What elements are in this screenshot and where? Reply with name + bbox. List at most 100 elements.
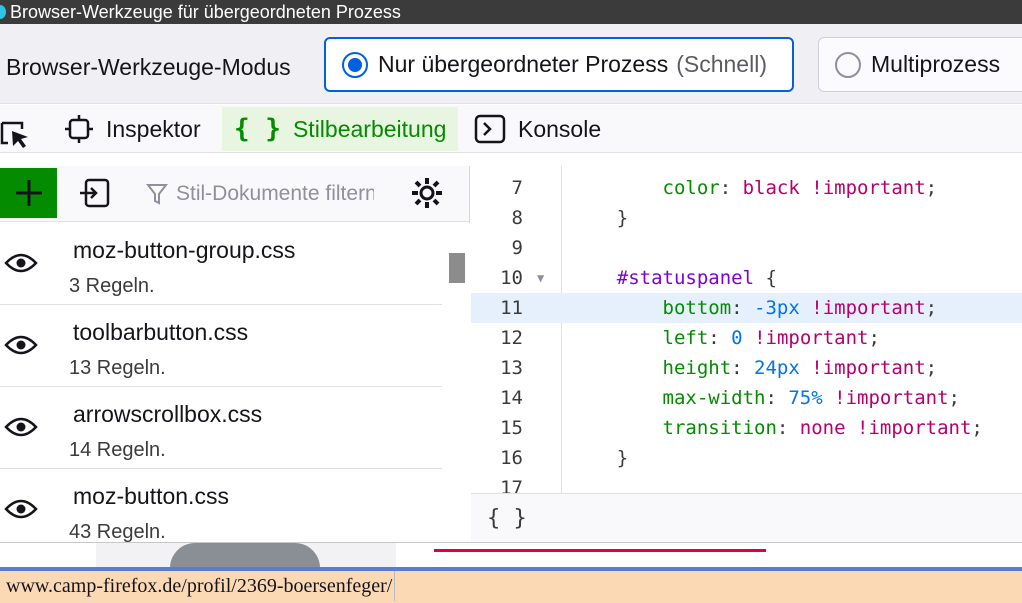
css-space [800, 297, 811, 319]
css-property: max-width [662, 387, 766, 409]
code-line[interactable]: 11 bottom: -3px !important; [471, 293, 1022, 323]
element-picker-icon[interactable] [0, 119, 30, 149]
mode-option-hint: (Schnell) [676, 51, 767, 77]
css-semicolon: ; [925, 177, 938, 199]
code-line[interactable]: 10 ▼ #statuspanel { [471, 263, 1022, 293]
code-line[interactable]: 13 height: 24px !important; [471, 353, 1022, 383]
eye-visibility-icon[interactable] [4, 415, 38, 444]
window-titlebar: Browser-Werkzeuge für übergeordneten Pro… [0, 0, 1022, 24]
code-line[interactable]: 14 max-width: 75% !important; [471, 383, 1022, 413]
stylesheet-item[interactable]: moz-button-group.css 3 Regeln. [0, 223, 442, 305]
plus-icon [15, 180, 42, 206]
new-stylesheet-button[interactable] [0, 168, 57, 218]
code-text: color: black !important; [571, 173, 938, 203]
pretty-print-button[interactable]: { } [487, 506, 527, 531]
stylesheet-rule-count: 3 Regeln. [69, 275, 155, 297]
fold-arrow-icon[interactable]: ▼ [537, 263, 544, 293]
status-url: www.camp-firefox.de/profil/2369-boersenf… [6, 571, 396, 601]
css-value: -3px [754, 297, 800, 319]
radio-selected-icon[interactable] [342, 51, 368, 78]
code-text: } [571, 443, 628, 473]
line-number: 13 [500, 357, 523, 379]
css-property: height [662, 357, 732, 379]
stylesheet-rule-count: 43 Regeln. [69, 521, 166, 542]
code-line[interactable]: 12 left: 0 !important; [471, 323, 1022, 353]
tab-style-editor[interactable]: { } Stilbearbeitung [222, 107, 459, 151]
tab-label: Inspektor [106, 115, 201, 142]
window-title: Browser-Werkzeuge für übergeordneten Pro… [10, 2, 401, 22]
code-line[interactable]: 7 color: black !important; [471, 173, 1022, 203]
tab-inspector[interactable]: Inspektor [52, 107, 213, 151]
line-number: 7 [511, 177, 523, 199]
stylesheet-sidebar: Stil-Dokumente filtern moz-button-group.… [0, 166, 470, 542]
radio-unselected-icon[interactable] [835, 51, 861, 78]
css-value: black [742, 177, 800, 199]
css-brace: } [616, 207, 629, 229]
code-text: height: 24px !important; [571, 353, 938, 383]
css-space [800, 357, 811, 379]
css-punctuation: : [765, 387, 789, 409]
line-number: 12 [500, 327, 523, 349]
stylesheet-item[interactable]: arrowscrollbox.css 14 Regeln. [0, 387, 442, 469]
mode-option-label: Multiprozess [871, 51, 1001, 77]
stylesheet-rule-count: 13 Regeln. [69, 357, 166, 379]
stylesheet-list: moz-button-group.css 3 Regeln. toolbarbu… [0, 223, 442, 542]
css-space [800, 177, 811, 199]
css-space [846, 417, 857, 439]
sidebar-scrollbar-thumb[interactable] [449, 253, 465, 283]
tab-console[interactable]: Konsole [462, 107, 613, 151]
code-line[interactable]: 16 } [471, 443, 1022, 473]
code-text: transition: none !important; [571, 413, 983, 443]
eye-visibility-icon[interactable] [4, 333, 38, 362]
sidebar-toolbar: Stil-Dokumente filtern [0, 166, 469, 222]
eye-visibility-icon[interactable] [4, 251, 38, 280]
css-important: !important [857, 417, 972, 439]
line-number: 8 [511, 207, 523, 229]
css-space [823, 387, 834, 409]
stylesheet-name: toolbarbutton.css [73, 319, 249, 345]
mode-option-parent-process[interactable]: Nur übergeordneter Prozess (Schnell) [324, 37, 794, 92]
css-semicolon: ; [925, 357, 938, 379]
line-number: 17 [500, 477, 523, 493]
css-semicolon: ; [925, 297, 938, 319]
line-number: 9 [511, 237, 523, 259]
css-important: !important [811, 297, 926, 319]
import-stylesheet-button[interactable] [78, 178, 112, 215]
code-line[interactable]: 17 [471, 473, 1022, 493]
mode-option-multiprocess[interactable]: Multiprozess [818, 37, 1022, 92]
status-panel: www.camp-firefox.de/profil/2369-boersenf… [0, 567, 1022, 603]
settings-gear-button[interactable] [410, 176, 444, 215]
firefox-logo-icon [0, 5, 6, 19]
stylesheet-rule-count: 14 Regeln. [69, 439, 166, 461]
code-text: left: 0 !important; [571, 323, 880, 353]
stylesheet-name: moz-button.css [73, 483, 229, 509]
import-icon [80, 178, 110, 208]
css-space [743, 327, 754, 349]
code-text: bottom: -3px !important; [571, 293, 938, 323]
code-text: max-width: 75% !important; [571, 383, 960, 413]
css-important: !important [834, 387, 949, 409]
line-number: 16 [500, 447, 523, 469]
code-editor[interactable]: 7 color: black !important; 8 } 9 10 ▼ #statu… [471, 166, 1022, 493]
css-semicolon: ; [971, 417, 983, 439]
code-line[interactable]: 8 } [471, 203, 1022, 233]
css-property: bottom [662, 297, 732, 319]
stylesheet-item[interactable]: toolbarbutton.css 13 Regeln. [0, 305, 442, 387]
code-line[interactable]: 9 [471, 233, 1022, 263]
line-number: 10 [500, 267, 523, 289]
tab-label: Stilbearbeitung [292, 115, 447, 142]
stylesheet-filter-input[interactable]: Stil-Dokumente filtern [146, 178, 374, 210]
css-punctuation: : [731, 357, 755, 379]
css-semicolon: ; [948, 387, 960, 409]
css-punctuation: : [708, 327, 732, 349]
code-line[interactable]: 15 transition: none !important; [471, 413, 1022, 443]
stylesheet-item[interactable]: moz-button.css 43 Regeln. [0, 469, 442, 542]
curly-braces-icon: { } [234, 114, 281, 144]
css-punctuation: : [731, 297, 755, 319]
css-value: 0 [731, 327, 743, 349]
css-brace: } [616, 447, 629, 469]
css-selector: #statuspanel [616, 267, 755, 289]
mode-option-label: Nur übergeordneter Prozess [378, 51, 669, 77]
inspector-icon [64, 114, 94, 144]
eye-visibility-icon[interactable] [4, 497, 38, 526]
